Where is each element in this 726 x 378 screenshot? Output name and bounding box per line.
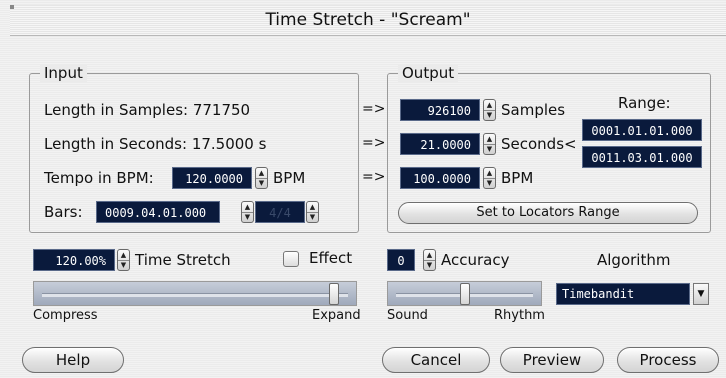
range-label: Range: [618,94,671,112]
output-bpm-stepper[interactable]: ▲ ▼ [483,167,496,189]
process-button[interactable]: Process [617,347,719,373]
time-stretch-stepper[interactable]: ▲ ▼ [117,249,130,271]
effect-checkbox[interactable] [283,251,299,267]
accuracy-down-icon[interactable]: ▼ [424,260,435,270]
arrow-bpm: => [362,169,386,185]
output-seconds-label: Seconds< [501,135,577,153]
length-seconds-value: 17.5000 s [191,135,267,153]
length-seconds-label: Length in Seconds: 17.5000 s [44,135,267,153]
tempo-stepper[interactable]: ▲ ▼ [255,167,268,189]
tempo-unit-label: BPM [273,169,306,187]
accuracy-slider-thumb[interactable] [460,283,470,305]
time-stretch-label: Time Stretch [135,251,231,269]
window-title: Time Stretch - "Scream" [265,10,471,30]
cancel-button[interactable]: Cancel [382,347,490,373]
signature-stepper-right[interactable]: ▲ ▼ [306,201,319,223]
accuracy-label: Accuracy [441,251,510,269]
chevron-down-icon[interactable]: ▼ [693,283,709,305]
help-button[interactable]: Help [22,347,124,373]
accuracy-slider[interactable] [387,281,542,306]
output-bpm-label: BPM [501,169,534,187]
bars-field[interactable]: 0009.04.01.000 [96,201,220,223]
preview-button[interactable]: Preview [500,347,604,373]
output-samples-field[interactable]: 926100 [400,99,480,121]
range-start-field[interactable]: 0001.01.01.000 [582,119,702,141]
output-bpm-field[interactable]: 100.0000 [400,167,480,189]
bars-label: Bars: [44,203,83,221]
time-stretch-slider[interactable] [33,281,357,306]
signature-field[interactable]: 4/4 [255,201,305,223]
accuracy-field[interactable]: 0 [387,249,415,271]
arrow-samples: => [362,101,386,117]
tempo-down-icon[interactable]: ▼ [256,178,267,188]
time-stretch-slider-track [42,293,348,297]
compress-label: Compress [33,308,98,323]
seconds-lt-symbol: < [564,135,577,153]
time-stretch-slider-thumb[interactable] [329,283,339,305]
rhythm-label: Rhythm [494,308,545,323]
time-stretch-window: Time Stretch - "Scream" Input Length in … [0,0,726,378]
tempo-label: Tempo in BPM: [44,169,154,187]
algorithm-select[interactable]: Timebandit [556,283,690,305]
arrow-seconds: => [362,135,386,151]
signature-stepper-left[interactable]: ▲ ▼ [241,201,254,223]
seconds-down-icon[interactable]: ▼ [484,144,495,154]
stretch-down-icon[interactable]: ▼ [118,260,129,270]
input-legend: Input [40,64,87,82]
sound-label: Sound [387,308,428,323]
bpm-down-icon[interactable]: ▼ [484,178,495,188]
title-bar[interactable]: Time Stretch - "Scream" [10,5,726,36]
samples-down-icon[interactable]: ▼ [484,110,495,120]
tempo-field[interactable]: 120.0000 [172,167,252,189]
signature-down-icon[interactable]: ▼ [242,212,253,222]
output-seconds-stepper[interactable]: ▲ ▼ [483,133,496,155]
set-to-locators-range-button[interactable]: Set to Locators Range [398,202,698,224]
effect-label: Effect [309,249,353,267]
output-seconds-field[interactable]: 21.0000 [400,133,480,155]
algorithm-label: Algorithm [597,251,671,269]
range-end-field[interactable]: 0011.03.01.000 [582,146,702,168]
output-samples-stepper[interactable]: ▲ ▼ [483,99,496,121]
signature-down-icon-2[interactable]: ▼ [307,212,318,222]
length-samples-value: 771750 [192,101,251,119]
length-samples-label: Length in Samples: 771750 [44,101,251,119]
title-bar-corner [10,5,14,9]
expand-label: Expand [312,308,361,323]
output-legend: Output [398,64,459,82]
output-samples-label: Samples [501,101,566,119]
time-stretch-field[interactable]: 120.00% [33,249,115,271]
accuracy-stepper[interactable]: ▲ ▼ [423,249,436,271]
